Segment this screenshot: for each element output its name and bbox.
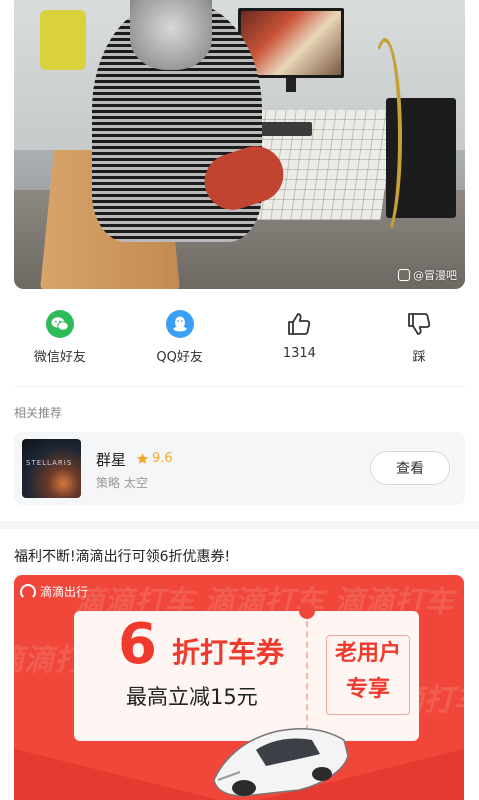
- game-rating-value: 9.6: [152, 451, 173, 466]
- wechat-icon: [45, 310, 74, 338]
- didi-logo-icon: [20, 583, 36, 600]
- section-divider: [14, 386, 465, 387]
- watermark-text: @冒漫吧: [413, 269, 457, 282]
- share-qq-button[interactable]: QQ好友: [120, 310, 240, 370]
- thumbs-down-icon: [405, 310, 433, 338]
- thick-section-divider: [0, 521, 479, 529]
- like-count: 1314: [282, 346, 316, 361]
- image-watermark: @冒漫吧: [398, 267, 457, 283]
- coupon-name: 折打车券: [172, 636, 285, 669]
- didi-brand: 滴滴出行: [20, 583, 88, 600]
- promo-title: 福利不断!滴滴出行可领6折优惠券!: [14, 549, 231, 565]
- view-game-button[interactable]: 查看: [370, 451, 450, 485]
- related-game-card[interactable]: STELLARIS 群星 9.6 策略 太空 查看: [14, 432, 465, 505]
- share-qq-label: QQ好友: [156, 350, 203, 365]
- ticket-notch-top: [299, 603, 315, 619]
- game-rating: 9.6: [136, 451, 173, 466]
- post-image[interactable]: @冒漫吧: [14, 0, 465, 289]
- didi-brand-name: 滴滴出行: [40, 585, 89, 599]
- coupon-subtitle: 最高立减15元: [126, 685, 258, 709]
- star-icon: [136, 453, 149, 464]
- dislike-label: 踩: [412, 350, 426, 365]
- action-bar: 微信好友 QQ好友 1314 踩: [0, 310, 479, 370]
- car-icon: [213, 727, 349, 797]
- coupon-audience-box: 老用户 专享: [326, 635, 410, 715]
- share-wechat-button[interactable]: 微信好友: [0, 310, 120, 370]
- photo-monitor-stand: [286, 78, 296, 92]
- game-name: 群星: [96, 451, 127, 469]
- game-thumbnail-logo-text: STELLARIS: [26, 459, 73, 467]
- thumbs-up-icon: [285, 310, 313, 338]
- game-tags: 策略 太空: [96, 476, 148, 490]
- game-thumbnail: STELLARIS: [22, 439, 81, 498]
- photo-helmet: [130, 0, 212, 70]
- dislike-button[interactable]: 踩: [359, 310, 479, 370]
- related-section-title: 相关推荐: [14, 406, 63, 420]
- like-button[interactable]: 1314: [240, 310, 360, 370]
- coupon-discount-number: 6: [118, 612, 157, 677]
- share-wechat-label: 微信好友: [33, 350, 86, 365]
- didi-promo-banner[interactable]: 滴滴打车 滴滴打车 滴滴打车 滴滴打车 滴滴打车 滴滴出行 6 折打车券 最高立…: [14, 575, 464, 800]
- coupon-audience-line1: 老用户: [334, 641, 401, 666]
- qq-icon: [165, 310, 194, 338]
- photo-yellow-bag: [40, 10, 86, 70]
- photo-bow: [368, 38, 402, 238]
- watermark-icon: [398, 269, 410, 281]
- coupon-audience-line2: 专享: [345, 677, 390, 702]
